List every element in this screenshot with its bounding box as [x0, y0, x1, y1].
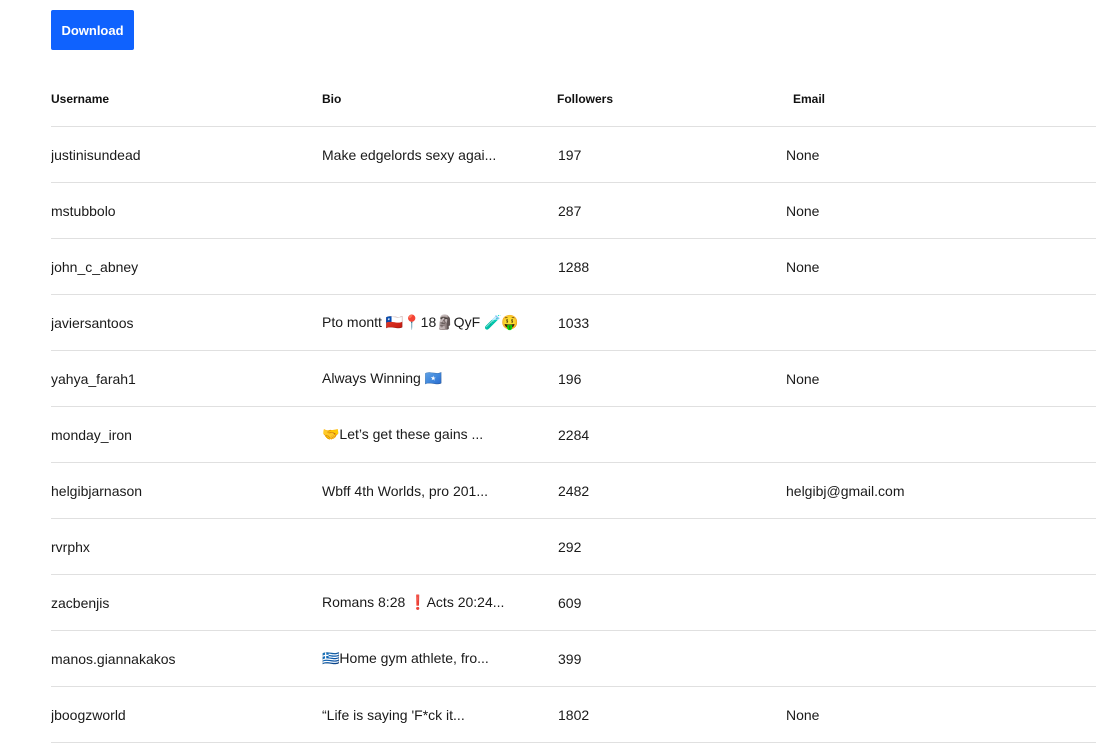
followers-cell: 1802 — [558, 706, 590, 723]
table-header: Username Bio Followers Email — [51, 71, 1096, 127]
email-cell: None — [786, 370, 820, 387]
username-cell: manos.giannakakos — [51, 650, 176, 667]
email-cell[interactable]: helgibj@gmail.com — [786, 463, 1086, 518]
bio-cell: Pto montt 🇨🇱📍18🗿QyF 🧪🤑 — [322, 314, 519, 330]
bio-cell — [322, 239, 542, 294]
column-header-email[interactable]: Email — [793, 71, 1093, 126]
followers-cell: 399 — [558, 650, 582, 667]
table-row[interactable]: javiersantoos Pto montt 🇨🇱📍18🗿QyF 🧪🤑 103… — [51, 295, 1096, 351]
email-cell: None — [786, 202, 820, 219]
bio-cell: 🤝Let’s get these gains ... — [322, 426, 484, 442]
column-header-username[interactable]: Username — [51, 71, 311, 126]
bio-cell — [322, 519, 542, 574]
username-cell: javiersantoos — [51, 314, 134, 331]
download-button[interactable]: Download — [51, 10, 134, 50]
table-row[interactable]: manos.giannakakos 🇬🇷Home gym athlete, fr… — [51, 631, 1096, 687]
email-cell — [786, 631, 1086, 686]
email-cell — [786, 519, 1086, 574]
bio-cell: 🇬🇷Home gym athlete, fro... — [322, 650, 489, 666]
bio-cell: Always Winning 🇸🇴 — [322, 370, 443, 386]
email-cell: None — [786, 146, 820, 163]
followers-cell: 196 — [558, 370, 582, 387]
username-cell: mstubbolo — [51, 202, 116, 219]
followers-cell: 287 — [558, 202, 582, 219]
followers-cell: 1288 — [558, 258, 590, 275]
table-row[interactable]: justinisundead Make edgelords sexy agai.… — [51, 127, 1096, 183]
bio-cell: “Life is saying 'F*ck it... — [322, 706, 465, 723]
table-row[interactable]: rvrphx 292 — [51, 519, 1096, 575]
followers-cell: 2284 — [558, 426, 590, 443]
username-cell: justinisundead — [51, 146, 141, 163]
followers-cell: 1033 — [558, 314, 590, 331]
username-cell: yahya_farah1 — [51, 370, 136, 387]
username-cell: helgibjarnason — [51, 482, 143, 499]
bio-cell: Romans 8:28 ❗Acts 20:24... — [322, 594, 505, 610]
table-row[interactable]: jboogzworld “Life is saying 'F*ck it... … — [51, 687, 1096, 743]
column-header-followers[interactable]: Followers — [557, 71, 757, 126]
followers-cell: 2482 — [558, 482, 590, 499]
bio-cell: Make edgelords sexy agai... — [322, 146, 497, 163]
table-row[interactable]: yahya_farah1 Always Winning 🇸🇴 196 None — [51, 351, 1096, 407]
table-row[interactable]: john_c_abney 1288 None — [51, 239, 1096, 295]
table-row[interactable]: mstubbolo 287 None — [51, 183, 1096, 239]
email-cell — [786, 295, 1086, 350]
followers-cell: 609 — [558, 594, 582, 611]
table-row[interactable]: zacbenjis Romans 8:28 ❗Acts 20:24... 609 — [51, 575, 1096, 631]
followers-cell: 292 — [558, 538, 582, 555]
email-cell — [786, 575, 1086, 630]
table-row[interactable]: monday_iron 🤝Let’s get these gains ... 2… — [51, 407, 1096, 463]
email-cell: None — [786, 258, 820, 275]
users-table: Username Bio Followers Email justinisund… — [51, 71, 1096, 743]
followers-cell: 197 — [558, 146, 582, 163]
username-cell: rvrphx — [51, 538, 90, 555]
username-cell: zacbenjis — [51, 594, 110, 611]
bio-cell — [322, 183, 542, 238]
column-header-bio[interactable]: Bio — [322, 71, 542, 126]
table-row[interactable]: helgibjarnason Wbff 4th Worlds, pro 201.… — [51, 463, 1096, 519]
email-cell: None — [786, 706, 820, 723]
username-cell: john_c_abney — [51, 258, 139, 275]
username-cell: monday_iron — [51, 426, 132, 443]
username-cell: jboogzworld — [51, 706, 126, 723]
bio-cell: Wbff 4th Worlds, pro 201... — [322, 482, 489, 499]
email-cell — [786, 407, 1086, 462]
